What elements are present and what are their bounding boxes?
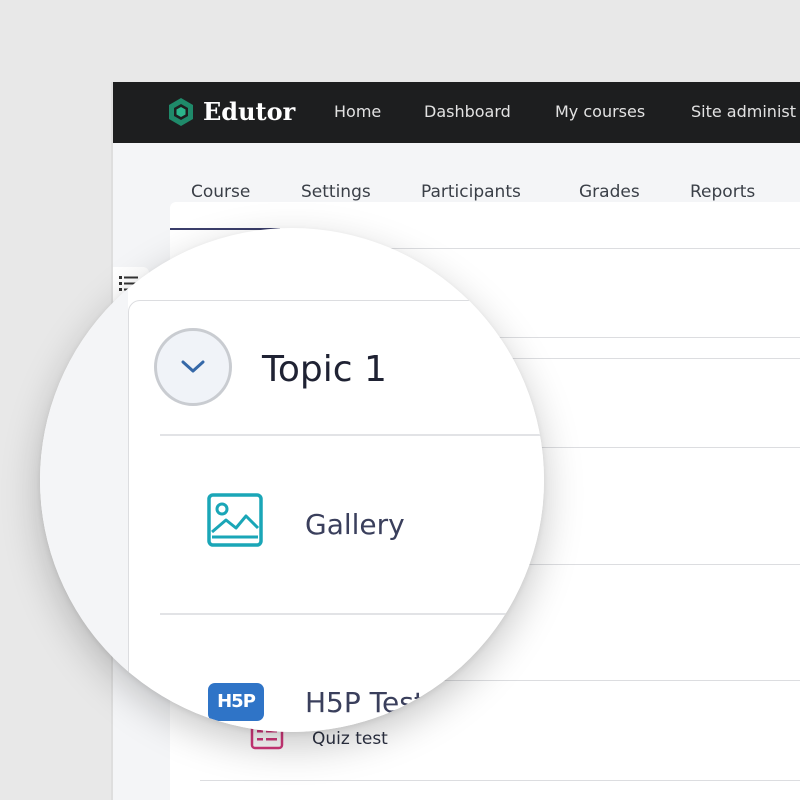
edutor-logo-icon xyxy=(169,98,193,126)
nav-my-courses[interactable]: My courses xyxy=(555,102,645,122)
quiz-activity-link[interactable]: Quiz test xyxy=(312,729,388,749)
magnified-drawer xyxy=(40,228,128,732)
gallery-activity-link[interactable]: Gallery xyxy=(305,508,405,542)
gallery-icon xyxy=(207,493,263,547)
nav-site-administration[interactable]: Site administ xyxy=(691,102,796,122)
chevron-down-icon xyxy=(181,360,205,373)
divider xyxy=(160,613,544,615)
nav-dashboard[interactable]: Dashboard xyxy=(424,102,511,122)
tab-grades[interactable]: Grades xyxy=(579,182,640,202)
h5p-icon: H5P xyxy=(208,683,264,721)
brand-name[interactable]: Edutor xyxy=(203,96,295,128)
section-title[interactable]: Topic 1 xyxy=(262,350,387,390)
tab-settings[interactable]: Settings xyxy=(301,182,371,202)
divider xyxy=(200,780,800,781)
top-navbar: Edutor Home Dashboard My courses Site ad… xyxy=(113,82,800,143)
magnifier-lens: Topic 1 Gallery H5P H5P Test xyxy=(40,228,544,732)
tab-participants[interactable]: Participants xyxy=(421,182,521,202)
section-collapse-button[interactable] xyxy=(154,328,232,406)
nav-home[interactable]: Home xyxy=(334,102,381,122)
divider xyxy=(160,434,544,436)
tab-course[interactable]: Course xyxy=(191,182,250,202)
h5p-activity-link[interactable]: H5P Test xyxy=(305,686,425,720)
tab-reports[interactable]: Reports xyxy=(690,182,755,202)
